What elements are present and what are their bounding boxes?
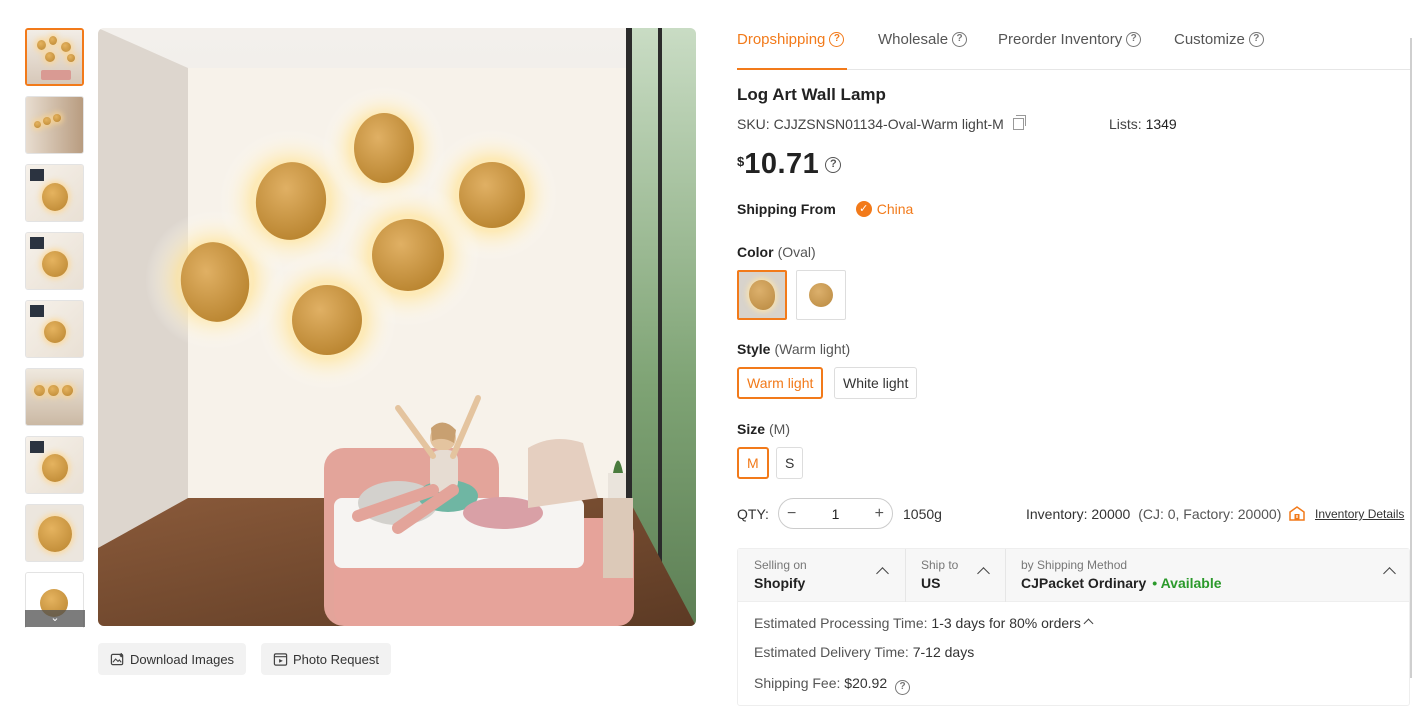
shipping-from-label: Shipping From	[737, 201, 836, 217]
thumbnail-7[interactable]	[25, 436, 84, 494]
size-option-m[interactable]: M	[737, 447, 769, 479]
shipping-info-box: Selling on Shopify Ship to US by Shippin…	[737, 548, 1410, 706]
download-images-label: Download Images	[130, 651, 235, 667]
quantity-stepper: − 1 +	[778, 498, 893, 529]
thumbnail-1[interactable]	[25, 28, 84, 86]
tab-preorder-inventory[interactable]: Preorder Inventory ?	[998, 28, 1142, 70]
thumbnail-6[interactable]	[25, 368, 84, 426]
photo-request-button[interactable]: Photo Request	[261, 643, 392, 675]
qty-label: QTY:	[737, 506, 769, 522]
help-icon: ?	[1126, 32, 1142, 47]
chevron-down-icon: ⌄	[50, 612, 60, 624]
purchase-mode-tabs: Dropshipping ? Wholesale ? Preorder Inve…	[737, 28, 1412, 70]
thumbnail-4[interactable]	[25, 232, 84, 290]
thumbnail-2[interactable]	[25, 96, 84, 154]
color-option-round[interactable]	[796, 270, 846, 320]
size-label: Size (M)	[737, 421, 791, 437]
chevron-up-icon[interactable]	[1083, 618, 1094, 629]
product-weight: 1050g	[903, 506, 942, 522]
price: $ 10.71 ?	[737, 148, 842, 181]
photo-request-label: Photo Request	[293, 651, 380, 667]
copy-icon[interactable]	[1012, 115, 1026, 130]
sku-label: SKU:	[737, 116, 770, 132]
download-images-button[interactable]: Download Images	[98, 643, 247, 675]
tab-dropshipping[interactable]: Dropshipping ?	[737, 28, 847, 70]
shipping-method-selector[interactable]: by Shipping Method CJPacket Ordinary • Av…	[1005, 549, 1409, 602]
size-option-s[interactable]: S	[776, 447, 804, 479]
product-info-panel: Dropshipping ? Wholesale ? Preorder Inve…	[737, 0, 1414, 717]
shipping-fee: Shipping Fee: $20.92 ?	[754, 675, 911, 695]
sku-line: SKU: CJJZSNSN01134-Oval-Warm light-M	[737, 115, 1026, 132]
shipping-from: Shipping From ✓ China	[737, 201, 913, 217]
thumbnail-5[interactable]	[25, 300, 84, 358]
style-option-white-light[interactable]: White light	[834, 367, 918, 399]
availability-status: • Available	[1152, 575, 1222, 591]
decrement-button[interactable]: −	[787, 505, 796, 523]
style-option-warm-light[interactable]: Warm light	[737, 367, 824, 399]
help-icon[interactable]: ?	[895, 680, 911, 695]
thumbnail-scroll-down-button[interactable]: ⌄	[25, 610, 85, 627]
help-icon: ?	[829, 32, 845, 47]
delivery-time: Estimated Delivery Time: 7-12 days	[754, 644, 975, 660]
lists-count: Lists: 1349	[1109, 116, 1177, 132]
video-frame-icon	[273, 652, 288, 666]
quantity-row: QTY: − 1 + 1050g Inventory: 20000 (CJ: 0…	[737, 498, 1412, 530]
tab-wholesale[interactable]: Wholesale ?	[878, 28, 968, 70]
currency-symbol: $	[737, 154, 745, 169]
image-download-icon	[110, 652, 124, 665]
factory-icon	[1289, 506, 1305, 521]
price-amount: 10.71	[744, 148, 820, 180]
sku-value: CJJZSNSN01134-Oval-Warm light-M	[773, 116, 1004, 132]
shipping-from-country[interactable]: ✓ China	[855, 201, 913, 217]
main-product-image	[98, 28, 696, 626]
quantity-input[interactable]: 1	[832, 506, 840, 522]
style-label: Style (Warm light)	[737, 341, 851, 357]
ship-to-selector[interactable]: Ship to US	[905, 549, 1005, 602]
help-icon: ?	[952, 32, 968, 47]
color-label: Color (Oval)	[737, 244, 816, 260]
thumbnail-strip	[25, 28, 85, 628]
inventory-details-link[interactable]: Inventory Details	[1315, 507, 1404, 521]
price-help-icon[interactable]: ?	[825, 157, 842, 173]
shipping-selector-header: Selling on Shopify Ship to US by Shippin…	[738, 549, 1409, 602]
inventory-count: Inventory: 20000 (CJ: 0, Factory: 20000)	[1026, 506, 1282, 522]
selling-on-selector[interactable]: Selling on Shopify	[738, 549, 905, 602]
check-circle-icon: ✓	[855, 201, 872, 217]
product-title: Log Art Wall Lamp	[737, 85, 886, 104]
thumbnail-8[interactable]	[25, 504, 84, 562]
thumbnail-3[interactable]	[25, 164, 84, 222]
tab-customize[interactable]: Customize ?	[1174, 28, 1264, 70]
processing-time: Estimated Processing Time: 1-3 days for …	[754, 615, 1094, 631]
panel-scrollbar[interactable]	[1410, 38, 1412, 678]
help-icon: ?	[1248, 32, 1264, 47]
color-option-oval[interactable]	[737, 270, 787, 320]
increment-button[interactable]: +	[875, 505, 884, 523]
